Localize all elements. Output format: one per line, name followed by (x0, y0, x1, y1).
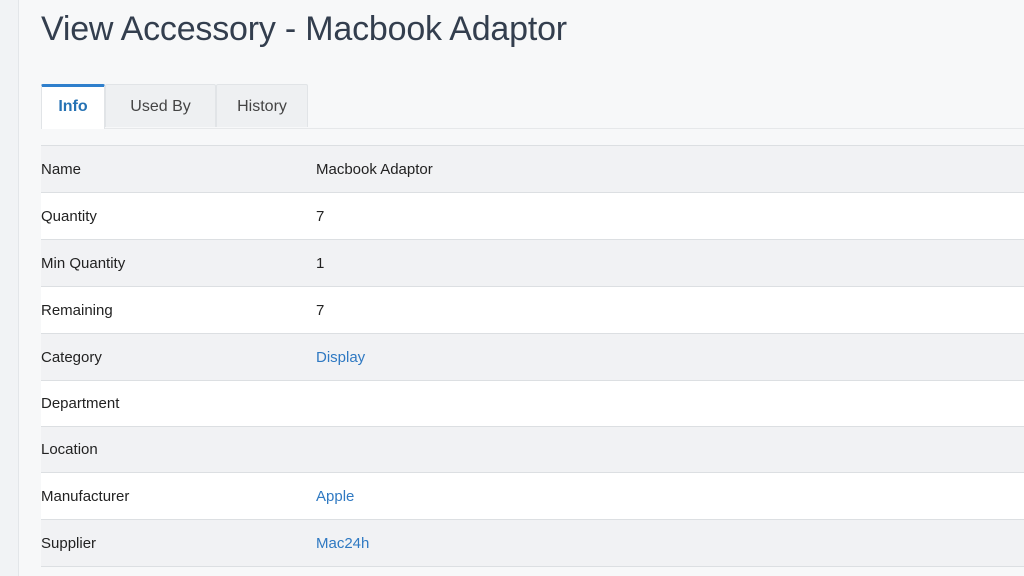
row-value: Display (316, 334, 1024, 381)
supplier-link[interactable]: Mac24h (316, 535, 369, 552)
details-table: Name Macbook Adaptor Quantity 7 Min Quan… (41, 145, 1024, 567)
page-title: View Accessory - Macbook Adaptor (41, 10, 567, 48)
table-row-category: Category Display (41, 333, 1024, 381)
tab-history[interactable]: History (216, 84, 308, 127)
tab-bar: Info Used By History (41, 84, 1024, 129)
category-link[interactable]: Display (316, 349, 365, 366)
row-label: Category (41, 348, 102, 366)
row-value: Apple (316, 473, 1024, 520)
tab-used-by[interactable]: Used By (105, 84, 216, 127)
table-row-min-quantity: Min Quantity 1 (41, 239, 1024, 287)
row-value (316, 427, 1024, 473)
manufacturer-link[interactable]: Apple (316, 488, 354, 505)
table-row-supplier: Supplier Mac24h (41, 519, 1024, 567)
table-row-remaining: Remaining 7 (41, 286, 1024, 334)
row-value: Macbook Adaptor (316, 160, 433, 178)
row-label: Min Quantity (41, 254, 126, 272)
table-row-name: Name Macbook Adaptor (41, 145, 1024, 193)
row-value (316, 381, 1024, 427)
page: View Accessory - Macbook Adaptor Info Us… (0, 0, 1024, 576)
table-row-location: Location (41, 426, 1024, 473)
row-label: Supplier (41, 534, 97, 552)
row-label: Department (41, 395, 120, 412)
table-row-quantity: Quantity 7 (41, 192, 1024, 240)
row-label: Quantity (41, 207, 97, 225)
row-label: Manufacturer (41, 487, 130, 505)
table-row-department: Department (41, 380, 1024, 427)
row-value: 7 (316, 207, 325, 225)
row-value: 7 (316, 301, 325, 319)
row-label: Remaining (41, 301, 113, 319)
details-table-wrapper: Name Macbook Adaptor Quantity 7 Min Quan… (41, 145, 1024, 567)
row-label: Name (41, 160, 82, 178)
row-value: 1 (316, 254, 325, 272)
tab-info[interactable]: Info (41, 84, 105, 129)
row-label: Location (41, 441, 98, 458)
table-row-manufacturer: Manufacturer Apple (41, 472, 1024, 520)
main-content: View Accessory - Macbook Adaptor Info Us… (19, 0, 1024, 576)
row-value: Mac24h (316, 520, 1024, 567)
sidebar-edge (0, 0, 19, 576)
